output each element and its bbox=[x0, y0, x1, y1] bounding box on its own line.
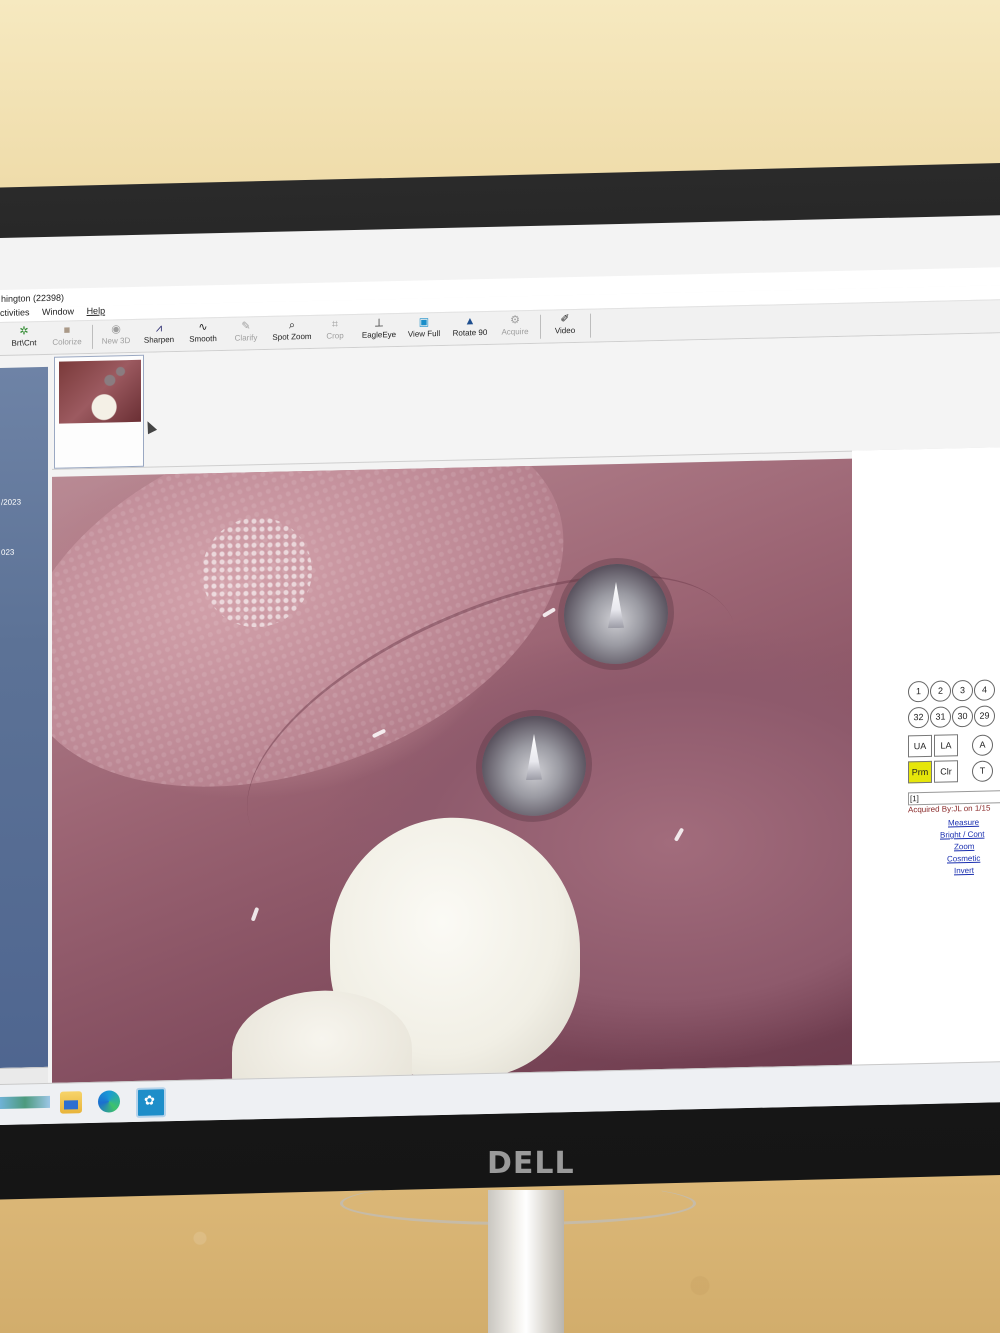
monitor-stand bbox=[488, 1190, 564, 1333]
acquire-button[interactable]: ⚙ Acquire bbox=[496, 313, 534, 342]
thumbnail-image bbox=[59, 359, 141, 424]
toolbar-separator bbox=[590, 313, 591, 338]
toolbar-separator bbox=[540, 314, 541, 339]
eagle-eye-button[interactable]: ⊥ EagleEye bbox=[358, 316, 400, 345]
bright-cont-link[interactable]: Bright / Cont bbox=[940, 830, 984, 840]
smooth-icon: ∿ bbox=[198, 321, 208, 334]
eagle-eye-icon: ⊥ bbox=[374, 317, 384, 330]
brt-cnt-button[interactable]: ✲ Brt\Cnt bbox=[8, 324, 40, 353]
view-full-button[interactable]: ▣ View Full bbox=[404, 315, 444, 344]
edge-browser-icon[interactable] bbox=[98, 1090, 120, 1113]
exam-date[interactable]: /2023 bbox=[1, 498, 21, 507]
smooth-button[interactable]: ∿ Smooth bbox=[184, 320, 222, 349]
widgets-icon[interactable] bbox=[0, 1095, 50, 1109]
lower-arch-button[interactable]: LA bbox=[934, 734, 958, 757]
tooth-button[interactable]: 1 bbox=[908, 680, 929, 703]
monitor-brand-logo: DELL bbox=[487, 1146, 575, 1181]
clarify-icon: ✎ bbox=[241, 320, 251, 333]
clarify-button[interactable]: ✎ Clarify bbox=[228, 319, 264, 348]
tooth-button-t[interactable]: T bbox=[972, 760, 993, 782]
upper-arch-button[interactable]: UA bbox=[908, 734, 932, 758]
rotate-90-button[interactable]: ▲ Rotate 90 bbox=[448, 314, 492, 343]
menu-help[interactable]: Help bbox=[87, 306, 106, 316]
image-thumbnail[interactable] bbox=[54, 354, 144, 469]
tooth-button[interactable]: 4 bbox=[974, 679, 995, 701]
spot-zoom-button[interactable]: ⌕ Spot Zoom bbox=[270, 318, 314, 347]
tooth-button[interactable]: 30 bbox=[952, 705, 973, 728]
intraoral-image[interactable] bbox=[52, 458, 852, 1085]
video-icon: ✐ bbox=[560, 313, 570, 326]
anterior-button[interactable]: A bbox=[972, 734, 993, 756]
imaging-app-icon[interactable] bbox=[136, 1087, 166, 1118]
crop-button[interactable]: ⌗ Crop bbox=[320, 317, 350, 346]
monitor-screen: hington (22398) ctivities Window Help ✲ … bbox=[0, 215, 1000, 1125]
menu-window[interactable]: Window bbox=[42, 306, 74, 317]
tooth-button[interactable]: 32 bbox=[908, 706, 929, 729]
colorize-button[interactable]: ■ Colorize bbox=[50, 323, 84, 352]
brightness-icon: ✲ bbox=[19, 325, 29, 338]
tooth-button[interactable]: 31 bbox=[930, 706, 951, 728]
acquire-icon: ⚙ bbox=[510, 314, 520, 327]
measure-link[interactable]: Measure bbox=[948, 818, 979, 828]
tooth-button[interactable]: 3 bbox=[952, 679, 973, 702]
menu-activities[interactable]: ctivities bbox=[0, 307, 30, 318]
file-explorer-icon[interactable] bbox=[60, 1091, 82, 1114]
colorize-icon: ■ bbox=[63, 324, 71, 337]
view-full-icon: ▣ bbox=[418, 316, 430, 329]
toolbar-separator bbox=[92, 324, 93, 349]
light-glint bbox=[250, 906, 260, 922]
new-3d-button[interactable]: ◉ New 3D bbox=[98, 322, 134, 351]
primary-button[interactable]: Prm bbox=[908, 760, 932, 784]
spot-zoom-icon: ⌕ bbox=[288, 319, 296, 332]
clear-button[interactable]: Clr bbox=[934, 760, 958, 783]
sharpen-button[interactable]: ⩘ Sharpen bbox=[140, 321, 178, 350]
acquired-by-label: Acquired By:JL on 1/15 bbox=[908, 803, 991, 815]
tooth-chart-panel: 1 2 3 4 32 31 30 29 UA LA A Prm Clr T [1… bbox=[852, 447, 1000, 1071]
video-button[interactable]: ✐ Video bbox=[548, 312, 582, 341]
zoom-link[interactable]: Zoom bbox=[954, 842, 974, 851]
rotate-icon: ▲ bbox=[464, 315, 476, 328]
cosmetic-link[interactable]: Cosmetic bbox=[947, 854, 980, 864]
sharpen-icon: ⩘ bbox=[155, 322, 163, 335]
tooth-button[interactable]: 2 bbox=[930, 680, 951, 702]
patient-exam-list[interactable]: /2023 023 bbox=[0, 366, 48, 1068]
tooth-button[interactable]: 29 bbox=[974, 705, 995, 727]
invert-link[interactable]: Invert bbox=[954, 866, 974, 875]
exam-date[interactable]: 023 bbox=[1, 548, 14, 557]
thumbnail-strip bbox=[52, 333, 1000, 470]
light-glint bbox=[673, 827, 685, 842]
crop-icon: ⌗ bbox=[331, 318, 339, 331]
new-3d-icon: ◉ bbox=[111, 323, 121, 336]
